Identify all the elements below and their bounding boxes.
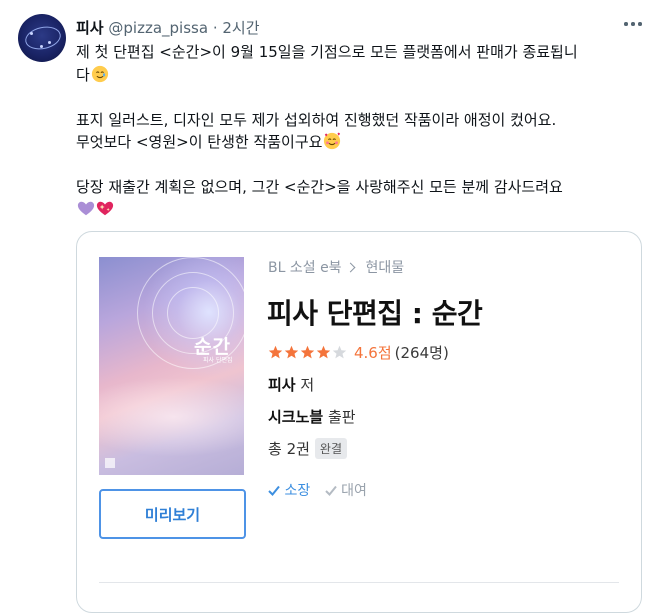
- star-rating-icon: [268, 345, 347, 359]
- publisher-suffix: 출판: [327, 408, 356, 426]
- author-handle[interactable]: @pizza_pissa: [108, 19, 208, 37]
- tweet-emoji-line: [76, 199, 646, 222]
- status-badge: 완결: [314, 438, 348, 459]
- rent-label: 대여: [341, 483, 367, 499]
- own-label: 소장: [284, 483, 311, 499]
- sparkling-heart-emoji: [96, 201, 114, 215]
- book-publisher[interactable]: 시크노블: [268, 408, 323, 426]
- preview-button[interactable]: 미리보기: [99, 489, 246, 539]
- tweet-line-with-emoji: 다: [76, 64, 646, 87]
- author-suffix: 저: [300, 376, 315, 394]
- volume-line: 총 2권 완결: [268, 438, 348, 459]
- breadcrumb-subcategory[interactable]: 현대물: [365, 260, 404, 276]
- book-author[interactable]: 피사: [268, 376, 296, 394]
- rent-option[interactable]: 대여: [324, 483, 367, 499]
- book-title[interactable]: 피사 단편집 : 순간: [267, 292, 483, 332]
- card-divider: [99, 582, 619, 583]
- tweet-line: 당장 재출간 계획은 없으며, 그간 <순간>을 사랑해주신 모든 분께 감사드…: [76, 178, 563, 196]
- avatar-star-dot: [30, 32, 33, 35]
- book-link-card[interactable]: 순간 피사 단편집 미리보기 BL 소설 e북 현대물 피사 단편집 : 순간 …: [76, 231, 642, 613]
- publisher-line: 시크노블 출판: [268, 406, 356, 427]
- rating-value: 4.6점: [354, 344, 392, 362]
- rating-row: 4.6점 (264명): [268, 342, 449, 363]
- tweet-text: 제 첫 단편집 <순간>이 9월 15일을 기점으로 모든 플랫폼에서 판매가 …: [76, 41, 646, 221]
- author-line: 피사 저: [268, 374, 314, 395]
- more-options-icon[interactable]: [620, 14, 646, 34]
- tweet-line-with-emoji: 무엇보다 <영원>이 탄생한 작품이구요: [76, 131, 646, 154]
- tweet-line: 표지 일러스트, 디자인 모두 제가 섭외하여 진행했던 작품이라 애정이 컸어…: [76, 110, 557, 129]
- check-icon: [268, 485, 280, 496]
- smiling-tear-face-emoji: [91, 65, 108, 82]
- breadcrumb: BL 소설 e북 현대물: [268, 257, 404, 277]
- avatar-ring-shape: [23, 23, 63, 53]
- check-icon: [324, 485, 337, 496]
- rating-count: (264명): [394, 344, 449, 362]
- breadcrumb-category[interactable]: BL 소설 e북: [268, 260, 342, 276]
- cover-glow-shape: [99, 377, 244, 457]
- author-name[interactable]: 피사: [76, 19, 104, 37]
- header-separator: ·: [212, 19, 218, 37]
- tweet-line: 다: [76, 65, 90, 84]
- tweet-timestamp[interactable]: 2시간: [222, 19, 259, 37]
- book-cover-image[interactable]: 순간 피사 단편집: [99, 257, 244, 475]
- purple-heart-emoji: [77, 201, 95, 215]
- tweet-header: 피사 @pizza_pissa · 2시간: [76, 17, 260, 38]
- profile-avatar[interactable]: [18, 14, 66, 62]
- chevron-right-icon: [345, 262, 356, 273]
- smiling-face-with-hearts-emoji: [324, 132, 341, 150]
- cover-subtitle: 피사 단편집: [203, 357, 233, 364]
- publisher-logo-icon: [105, 458, 115, 468]
- tweet-line: 무엇보다 <영원>이 탄생한 작품이구요: [76, 133, 323, 151]
- own-option[interactable]: 소장: [268, 483, 315, 499]
- purchase-options: 소장 대여: [268, 480, 367, 500]
- volume-count: 총 2권: [268, 440, 310, 458]
- tweet-line: 제 첫 단편집 <순간>이 9월 15일을 기점으로 모든 플랫폼에서 판매가 …: [76, 43, 578, 61]
- avatar-star-dot: [40, 45, 43, 48]
- avatar-star-dot: [48, 41, 51, 44]
